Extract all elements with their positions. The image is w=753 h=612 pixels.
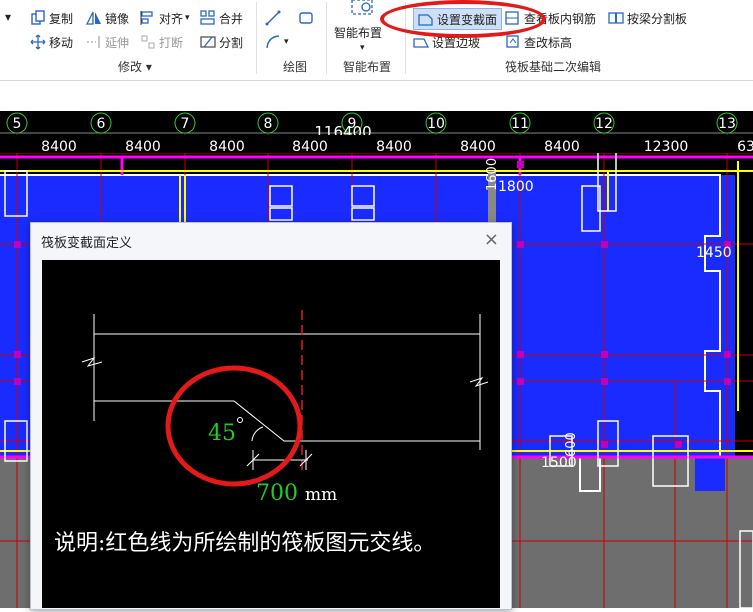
- raft-section-dialog: 筏板变截面定义 × 45 700 mm 说明:红色线为所绘制的筏板图元交线。: [30, 222, 512, 610]
- split-label: 分割: [219, 35, 244, 50]
- mirror-label: 镜像: [105, 11, 130, 26]
- span-dimension: 8400: [41, 139, 77, 155]
- smart-layout-caret[interactable]: ▾: [360, 38, 365, 58]
- arc-icon: [266, 35, 280, 49]
- move-icon: [30, 34, 46, 50]
- span-dimension: 8400: [376, 139, 412, 155]
- break-button[interactable]: 打断: [140, 32, 183, 52]
- dim-1800: 1800: [498, 179, 534, 195]
- draw-arc-button[interactable]: ▾: [265, 32, 289, 52]
- highlight-ellipse: [380, 0, 546, 38]
- move-label: 移动: [49, 35, 74, 50]
- axis-label: 12: [595, 116, 613, 132]
- axis-label: 8: [264, 116, 273, 132]
- draw-group-label: 绘图: [283, 60, 308, 74]
- width-value: 700: [256, 481, 298, 506]
- extend-button[interactable]: 延伸: [86, 32, 129, 52]
- axis-label: 5: [13, 116, 22, 132]
- description-text: 说明:红色线为所绘制的筏板图元交线。: [54, 531, 435, 556]
- split-button[interactable]: 分割: [200, 32, 243, 52]
- view-elevation-label: 查改标高: [524, 35, 573, 50]
- section-profile: [94, 400, 480, 442]
- axis-label: 13: [718, 116, 736, 132]
- unit-label: mm: [305, 485, 337, 505]
- raft-group-label: 筏板基础二次编辑: [505, 60, 602, 74]
- axis-label: 7: [181, 116, 190, 132]
- break-symbol-left: [81, 357, 103, 367]
- smart-layout-icon: [351, 0, 373, 15]
- axis-label: 10: [427, 116, 445, 132]
- degree-symbol: [237, 417, 243, 423]
- smart-group-label: 智能布置: [343, 60, 392, 74]
- group-separator: [256, 2, 257, 74]
- merge-label: 合并: [219, 11, 244, 26]
- beam-split-icon: [608, 12, 624, 24]
- draw-rect-button[interactable]: [298, 8, 317, 28]
- merge-icon: [200, 10, 215, 25]
- span-dimension: 12300: [644, 139, 689, 155]
- merge-button[interactable]: 合并: [200, 8, 243, 28]
- elevation-icon: [506, 35, 519, 48]
- group-separator: [326, 2, 327, 74]
- split-icon: [200, 36, 216, 48]
- split-by-beam-label: 按梁分割板: [627, 11, 688, 26]
- ribbon-toolbar: ▾ 复制 镜像 对齐 ▾ 合并 移动 延伸 打断 分割 修改 ▾ ▾ 绘图 智能…: [0, 0, 753, 81]
- align-button[interactable]: 对齐 ▾: [140, 8, 190, 28]
- span-dimension: 8400: [460, 139, 496, 155]
- smart-layout-icon-button[interactable]: [350, 0, 374, 16]
- smart-layout-button[interactable]: 智能布置: [334, 22, 382, 42]
- span-dimension: 8400: [292, 139, 328, 155]
- span-dimension: 8400: [125, 139, 161, 155]
- draw-line-button[interactable]: [265, 8, 284, 28]
- rectangle-icon: [299, 12, 313, 24]
- span-dimension: 8400: [209, 139, 245, 155]
- split-by-beam-button[interactable]: 按梁分割板: [608, 8, 687, 28]
- dim-600: 600: [564, 432, 579, 457]
- slope-icon: [413, 38, 429, 48]
- mirror-icon: [86, 11, 101, 25]
- copy-icon: [31, 10, 45, 25]
- copy-button[interactable]: 复制: [30, 8, 73, 28]
- dim-1600: 1600: [485, 158, 500, 191]
- span-dimension: 8400: [544, 139, 580, 155]
- extend-label: 延伸: [105, 35, 130, 50]
- dialog-title: 筏板变截面定义: [41, 236, 133, 251]
- section-diagram-svg: 45 700 mm 说明:红色线为所绘制的筏板图元交线。: [54, 310, 489, 556]
- axis-label: 6: [97, 116, 106, 132]
- extend-icon: [87, 36, 100, 48]
- angle-value: 45: [208, 421, 236, 446]
- align-icon: [140, 11, 153, 25]
- view-elevation-button[interactable]: 查改标高: [505, 32, 572, 52]
- dim-1450: 1450: [696, 245, 732, 261]
- angle-arc: [251, 426, 264, 442]
- toolbar-gap: [0, 81, 753, 111]
- section-diagram: 45 700 mm 说明:红色线为所绘制的筏板图元交线。: [42, 260, 500, 608]
- break-label: 打断: [159, 35, 184, 50]
- mirror-button[interactable]: 镜像: [86, 8, 129, 28]
- break-icon: [141, 35, 155, 49]
- modify-dropdown-caret[interactable]: ▾: [5, 7, 11, 27]
- break-symbol-right: [469, 377, 489, 387]
- copy-label: 复制: [49, 11, 74, 26]
- axis-label: 11: [511, 116, 529, 132]
- align-label: 对齐: [159, 11, 184, 26]
- line-icon: [265, 10, 281, 26]
- move-button[interactable]: 移动: [30, 32, 73, 52]
- span-dimension: 63: [737, 139, 753, 155]
- close-button[interactable]: ×: [484, 229, 499, 250]
- modify-group-label: 修改 ▾: [118, 60, 152, 74]
